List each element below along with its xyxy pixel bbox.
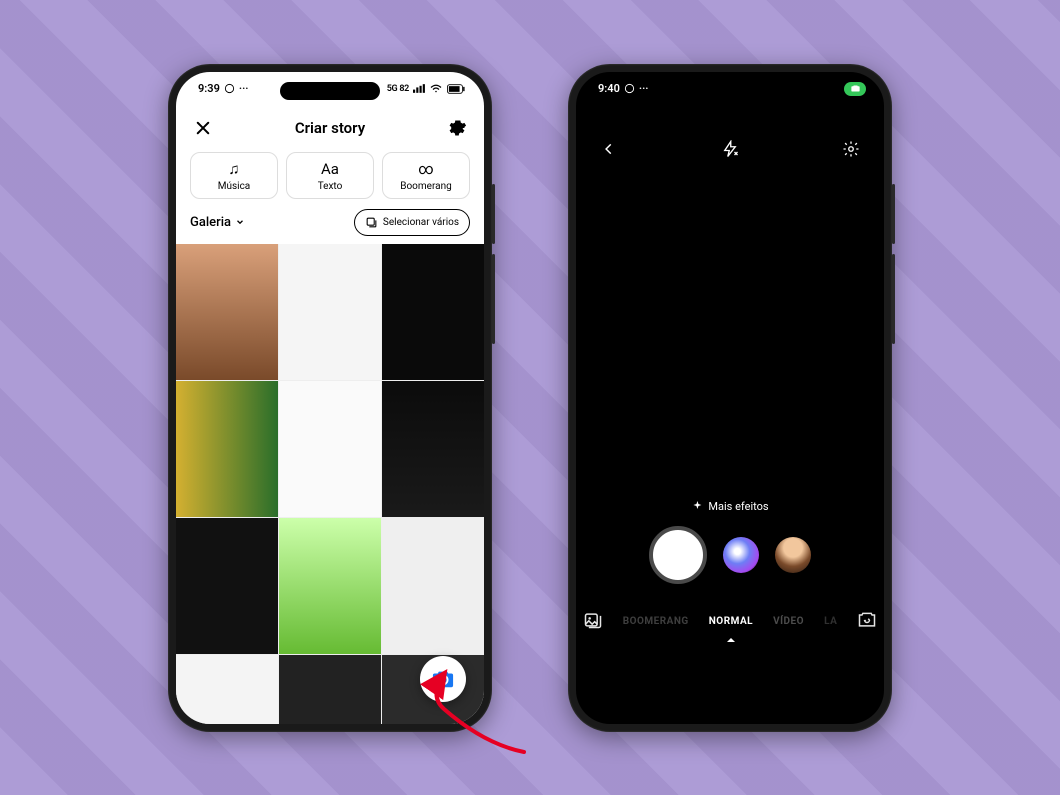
close-button[interactable] — [190, 115, 216, 141]
gear-icon — [842, 140, 860, 158]
gallery-thumb[interactable] — [176, 244, 278, 380]
effect-bubble-1[interactable] — [723, 537, 759, 573]
effect-bubble-2[interactable] — [775, 537, 811, 573]
more-dots: ··· — [239, 82, 249, 95]
whatsapp-icon — [624, 83, 635, 94]
story-mode-cards: ♫ Música Aa Texto ∞ Boomerang — [176, 146, 484, 209]
gallery-thumb[interactable] — [279, 244, 381, 380]
mode-boomerang-label: Boomerang — [400, 181, 451, 192]
close-icon — [194, 119, 212, 137]
mode-text[interactable]: Aa Texto — [286, 152, 374, 199]
gallery-thumb[interactable] — [176, 381, 278, 517]
mode-music-label: Música — [218, 181, 251, 192]
multi-select-icon — [365, 216, 378, 229]
mode-text-label: Texto — [318, 181, 343, 192]
gallery-row: Galeria Selecionar vários — [176, 209, 484, 244]
gallery-grid — [176, 244, 484, 724]
gallery-thumb[interactable] — [176, 655, 278, 724]
story-header: Criar story — [176, 110, 484, 146]
shutter-row — [576, 526, 884, 584]
more-dots: ··· — [639, 82, 649, 95]
camera-settings-button[interactable] — [838, 140, 864, 158]
gallery-label: Galeria — [190, 215, 231, 230]
flash-off-icon — [721, 140, 739, 158]
status-time: 9:40 — [598, 82, 620, 95]
camera-icon — [851, 84, 860, 93]
gallery-thumb[interactable] — [382, 518, 484, 654]
back-button[interactable] — [596, 142, 622, 156]
mode-music[interactable]: ♫ Música — [190, 152, 278, 199]
camera-top-bar — [576, 140, 884, 158]
status-time: 9:39 — [198, 82, 220, 95]
gallery-thumb[interactable] — [176, 518, 278, 654]
boomerang-icon: ∞ — [418, 159, 433, 179]
left-phone-frame: 9:39 ··· 5G 82 Criar story ♫ M — [168, 64, 492, 732]
cam-mode-video[interactable]: VÍDEO — [773, 616, 804, 627]
header-title: Criar story — [216, 119, 444, 137]
gallery-thumb[interactable] — [382, 381, 484, 517]
more-effects-button[interactable]: Mais efeitos — [691, 500, 768, 513]
gallery-thumb[interactable] — [279, 518, 381, 654]
signal-icon — [413, 84, 426, 93]
right-phone-screen: 9:40 ··· Mais e — [576, 72, 884, 724]
gallery-icon — [583, 610, 603, 630]
battery-icon — [446, 84, 466, 94]
status-indicators: 5G 82 — [387, 84, 409, 94]
more-effects-label: Mais efeitos — [708, 500, 768, 513]
cam-mode-normal[interactable]: NORMAL — [709, 616, 753, 627]
whatsapp-icon — [224, 83, 235, 94]
gallery-shortcut[interactable] — [583, 610, 603, 633]
left-phone-screen: 9:39 ··· 5G 82 Criar story ♫ M — [176, 72, 484, 724]
gallery-thumb[interactable] — [279, 381, 381, 517]
flip-camera-button[interactable] — [857, 610, 877, 633]
select-multiple-button[interactable]: Selecionar vários — [354, 209, 470, 236]
cam-mode-boomerang[interactable]: BOOMERANG — [623, 616, 689, 627]
shutter-button[interactable] — [649, 526, 707, 584]
chevron-down-icon — [235, 217, 245, 227]
gallery-thumb[interactable] — [382, 244, 484, 380]
punch-hole-camera — [724, 84, 736, 96]
right-phone-frame: 9:40 ··· Mais e — [568, 64, 892, 732]
chevron-left-icon — [602, 142, 616, 156]
mode-boomerang[interactable]: ∞ Boomerang — [382, 152, 470, 199]
camera-modes: BOOMERANG NORMAL VÍDEO LA — [576, 610, 884, 633]
camera-fab[interactable] — [420, 656, 466, 702]
text-icon: Aa — [321, 159, 339, 179]
gear-icon — [447, 118, 467, 138]
gallery-dropdown[interactable]: Galeria — [190, 215, 245, 230]
gallery-thumb[interactable] — [279, 655, 381, 724]
cam-mode-layout[interactable]: LA — [824, 616, 837, 627]
flip-camera-icon — [857, 610, 877, 630]
settings-button[interactable] — [444, 115, 470, 141]
select-multiple-label: Selecionar vários — [383, 217, 459, 228]
camera-in-use-pill — [844, 82, 866, 96]
camera-icon — [432, 668, 454, 690]
sparkle-icon — [691, 500, 703, 512]
dynamic-island — [280, 82, 380, 100]
wifi-icon — [430, 84, 442, 93]
flash-button[interactable] — [717, 140, 743, 158]
music-icon: ♫ — [228, 159, 239, 179]
